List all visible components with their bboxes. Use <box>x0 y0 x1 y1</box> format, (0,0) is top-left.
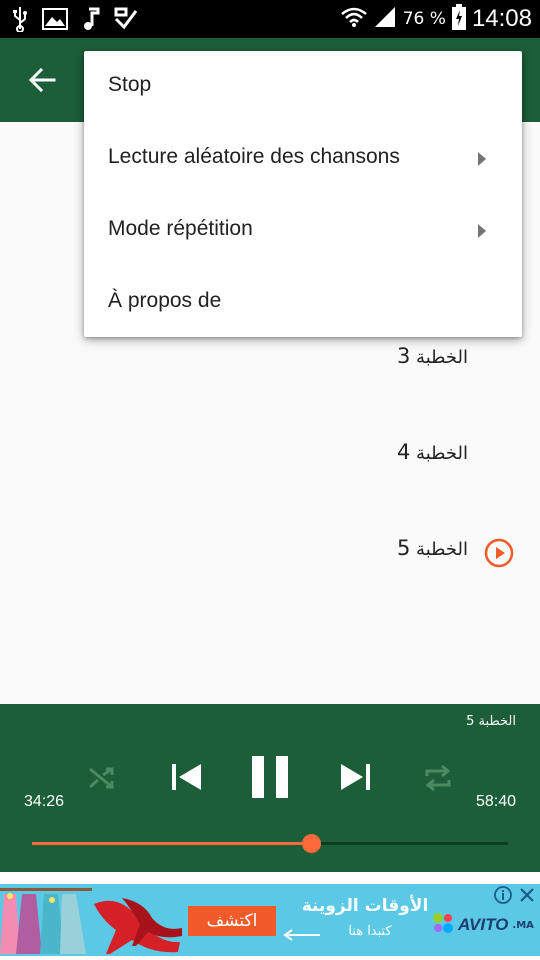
now-playing-title: الخطبة 5 <box>466 714 516 729</box>
shuffle-icon <box>86 767 118 798</box>
next-button[interactable] <box>338 760 372 794</box>
wifi-icon <box>340 6 367 32</box>
battery-charging-icon <box>451 4 466 34</box>
image-icon <box>42 8 68 34</box>
screen-bottom-edge <box>0 956 540 960</box>
skip-next-icon <box>338 764 372 798</box>
seek-bar[interactable] <box>32 834 508 853</box>
status-bar: 76 % 14:08 <box>0 0 540 38</box>
list-item-title: الخطبة <box>416 347 468 368</box>
menu-item-label: À propos de <box>108 289 222 312</box>
ad-close-icon[interactable] <box>518 886 536 904</box>
ad-subline: كتبدا هنا <box>348 924 392 939</box>
submenu-arrow-icon <box>478 152 486 166</box>
ad-headline: الأوقات الزوينة <box>301 896 429 916</box>
seek-bar-progress <box>32 842 311 845</box>
menu-item-label: Stop <box>108 73 152 96</box>
ad-separator <box>0 872 540 884</box>
repeat-button[interactable] <box>422 762 454 794</box>
repeat-icon <box>422 764 454 798</box>
list-item-number: 4 <box>396 440 411 464</box>
list-item[interactable]: الخطبة 4 <box>0 408 540 504</box>
status-time: 14:08 <box>471 5 532 32</box>
seek-bar-thumb[interactable] <box>301 834 321 853</box>
battery-percent: 76 % <box>402 9 446 29</box>
list-item-label: الخطبة 3 <box>397 344 468 368</box>
overflow-menu: Stop Lecture aléatoire des chansons Mode… <box>84 51 522 337</box>
status-left-icons <box>12 6 138 36</box>
shuffle-button[interactable] <box>86 762 118 794</box>
elapsed-time: 34:26 <box>24 793 65 810</box>
ad-brand-name: AVITO <box>458 915 509 934</box>
arrow-left-icon <box>282 926 322 945</box>
red-shoes-icon <box>92 884 184 956</box>
list-item-title: الخطبة <box>416 539 468 560</box>
menu-item-label: Mode répétition <box>108 217 253 240</box>
player-bar: الخطبة 5 34:26 58:40 <box>0 704 540 872</box>
menu-item-stop[interactable]: Stop <box>84 51 522 123</box>
list-item-number: 5 <box>396 536 411 560</box>
ad-brand: AVITO .MA <box>432 912 534 938</box>
ad-info-icon[interactable] <box>494 886 512 904</box>
list-item-label: الخطبة 5 <box>397 536 468 560</box>
dresses-icon <box>0 884 92 956</box>
back-button[interactable] <box>24 60 64 100</box>
ad-banner[interactable]: اكتشف الأوقات الزوينة كتبدا هنا AVITO .M… <box>0 884 540 956</box>
menu-item-label: Lecture aléatoire des chansons <box>108 145 400 168</box>
menu-item-shuffle[interactable]: Lecture aléatoire des chansons <box>84 123 522 195</box>
usb-icon <box>12 6 28 36</box>
arrow-back-icon <box>24 67 64 104</box>
play-circle-icon <box>484 538 514 568</box>
list-item-label: الخطبة 4 <box>397 440 468 464</box>
avito-logo-icon <box>432 912 454 938</box>
list-item[interactable]: الخطبة 5 <box>0 504 540 600</box>
list-item-number: 3 <box>396 344 411 368</box>
ad-cta-button[interactable]: اكتشف <box>188 906 276 936</box>
status-right-icons: 76 % 14:08 <box>340 4 532 34</box>
pause-icon <box>248 756 292 804</box>
signal-icon <box>373 5 397 33</box>
total-time: 58:40 <box>475 793 516 810</box>
menu-item-about[interactable]: À propos de <box>84 267 522 339</box>
music-note-icon <box>82 7 100 35</box>
menu-item-repeat-mode[interactable]: Mode répétition <box>84 195 522 267</box>
check-icon <box>114 7 138 35</box>
submenu-arrow-icon <box>478 224 486 238</box>
previous-button[interactable] <box>170 760 204 794</box>
list-item-title: الخطبة <box>416 443 468 464</box>
ad-brand-suffix: .MA <box>512 919 534 931</box>
skip-previous-icon <box>170 764 204 798</box>
pause-button[interactable] <box>248 754 292 800</box>
